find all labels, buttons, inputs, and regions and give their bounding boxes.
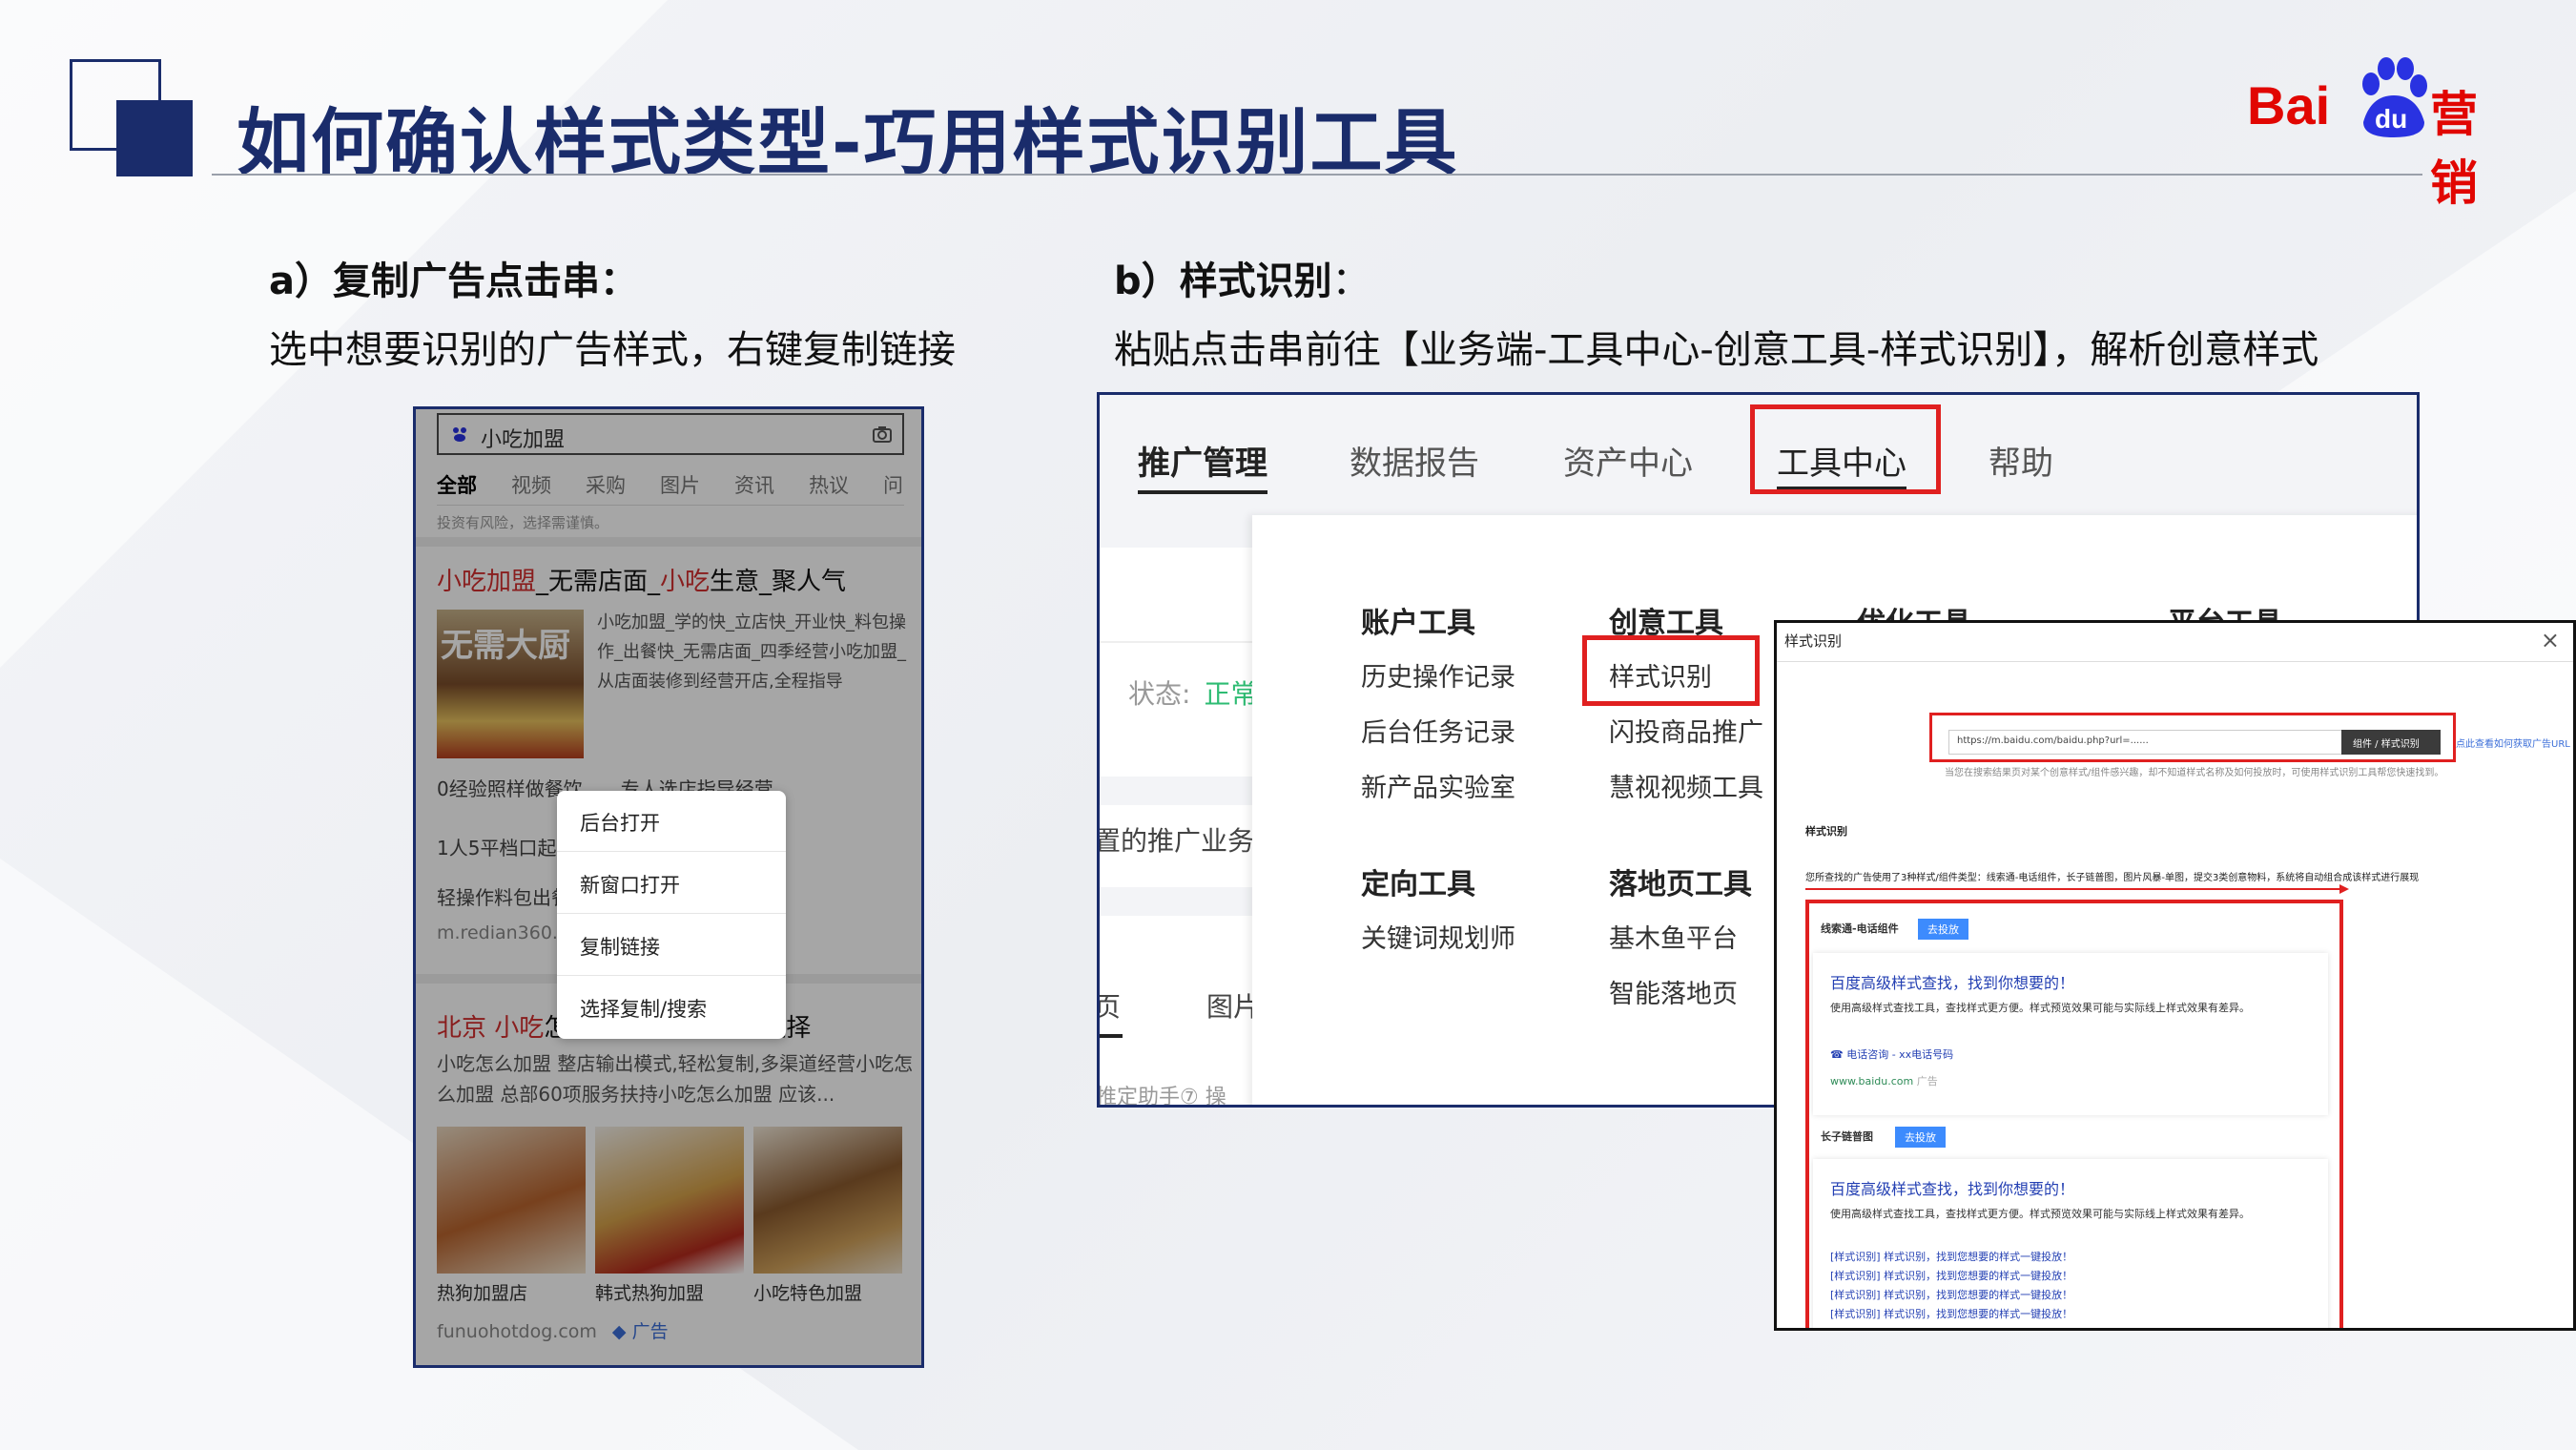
section-b-heading: b）样式识别： [1114, 259, 1370, 303]
ad-title[interactable]: 百度高级样式查找，找到你想要的！ [1830, 1176, 2074, 1199]
place-ad-button[interactable]: 去投放 [1895, 1127, 1946, 1148]
context-menu: 后台打开 新窗口打开 复制链接 选择复制/搜索 [557, 791, 786, 1039]
highlight-tool-center [1750, 404, 1941, 494]
ad-title[interactable]: 百度高级样式查找，找到你想要的！ [1830, 970, 2074, 993]
ad-sublink[interactable]: [样式识别] 样式识别，找到您想要的样式一键投放！ [1830, 1268, 2072, 1283]
baidu-marketing-logo: Bai du 营销 [2247, 55, 2524, 211]
ad-preview-card: 百度高级样式查找，找到你想要的！ 使用高级样式查找工具，查找样式更方便。样式预览… [1813, 953, 2328, 1115]
divider [1777, 661, 2573, 662]
ad-preview-card: 百度高级样式查找，找到你想要的！ 使用高级样式查找工具，查找样式更方便。样式预览… [1813, 1159, 2328, 1328]
menu-keyword-planner[interactable]: 关键词规划师 [1361, 918, 1515, 955]
menu-jimuyu-platform[interactable]: 基木鱼平台 [1609, 918, 1738, 955]
section-a-description: 选中想要识别的广告样式，右键复制链接 [269, 328, 956, 372]
help-link[interactable]: 点此查看如何获取广告URL [2456, 735, 2570, 750]
background-band [1100, 777, 1252, 805]
section-label: 样式识别 [1805, 825, 1847, 838]
background-text: 置的推广业务 [1097, 825, 1255, 857]
group-label: 线索通-电话组件 [1821, 922, 1899, 935]
highlight-style-recognition [1582, 635, 1760, 706]
tab-underline [1100, 1034, 1123, 1038]
nav-active-underline [1138, 490, 1267, 494]
svg-text:du: du [2375, 104, 2407, 134]
nav-asset-center[interactable]: 资产中心 [1563, 437, 1693, 484]
ad-sublink[interactable]: [样式识别] 样式识别，找到您想要的样式一键投放！ [1830, 1287, 2072, 1302]
nav-data-report[interactable]: 数据报告 [1350, 437, 1479, 484]
menu-flash-product-promo[interactable]: 闪投商品推广 [1609, 712, 1763, 749]
divider [1100, 641, 1252, 643]
status-label: 状态: 正常 [1128, 678, 1258, 710]
header-square-filled [116, 100, 193, 176]
arrow-icon [1805, 884, 2349, 894]
background-text: 推定助手⑦ 操 [1097, 1086, 1226, 1108]
ad-phone-link[interactable]: ☎ 电话咨询 - xx电话号码 [1830, 1046, 1953, 1062]
ad-desc: 使用高级样式查找工具，查找样式更方便。样式预览效果可能与实际线上样式效果有差异。 [1830, 1002, 2250, 1014]
background-tab: 页 [1100, 986, 1121, 1025]
highlight-url-input [1929, 713, 2456, 762]
menu-item-select-copy-search[interactable]: 选择复制/搜索 [557, 977, 786, 1038]
group-label: 长子链普图 [1821, 1130, 1873, 1143]
menu-history[interactable]: 历史操作记录 [1361, 656, 1515, 694]
group-targeting-tools: 定向工具 [1361, 868, 1475, 901]
nav-help[interactable]: 帮助 [1989, 437, 2053, 484]
ad-sublink[interactable]: [样式识别] 样式识别，找到您想要的样式一键投放！ [1830, 1249, 2072, 1264]
menu-item-copy-link[interactable]: 复制链接 [557, 915, 786, 976]
ad-desc: 使用高级样式查找工具，查找样式更方便。样式预览效果可能与实际线上样式效果有差异。 [1830, 1208, 2250, 1220]
menu-item-open-background[interactable]: 后台打开 [557, 791, 786, 852]
menu-task-records[interactable]: 后台任务记录 [1361, 712, 1515, 749]
menu-video-tool[interactable]: 慧视视频工具 [1609, 767, 1763, 804]
hint-text: 当您在搜索结果页对某个创意样式/组件感兴趣，却不知道样式名称及如何投放时，可使用… [1945, 768, 2444, 778]
phone-icon: ☎ [1830, 1048, 1844, 1061]
place-ad-button[interactable]: 去投放 [1918, 919, 1968, 940]
style-recognition-screenshot: 样式识别 × https://m.baidu.com/baidu.php?url… [1774, 620, 2576, 1331]
background-band [1100, 887, 1252, 916]
section-a-heading: a）复制广告点击串： [269, 259, 638, 303]
nav-campaign-management[interactable]: 推广管理 [1138, 437, 1267, 484]
mobile-search-screenshot: 小吃加盟 全部 视频 采购 图片 资讯 热议 问 投资有风险，选择需谨慎。 小吃… [413, 406, 924, 1368]
group-account-tools: 账户工具 [1361, 607, 1475, 640]
paw-icon: du [2362, 57, 2427, 137]
close-icon[interactable]: × [2541, 627, 2560, 653]
section-b-description: 粘贴点击串前往【业务端-工具中心-创意工具-样式识别】，解析创意样式 [1114, 328, 2319, 372]
title-divider [212, 174, 2422, 176]
ad-url: www.baidu.com 广告 [1830, 1075, 1938, 1088]
menu-new-product-lab[interactable]: 新产品实验室 [1361, 767, 1515, 804]
result-summary: 您所查找的广告使用了3种样式/组件类型：线索通-电话组件，长子链普图，图片风暴-… [1805, 873, 2420, 883]
group-landing-page-tools: 落地页工具 [1609, 868, 1752, 901]
ad-sublink[interactable]: [样式识别] 样式识别，找到您想要的样式一键投放！ [1830, 1306, 2072, 1321]
dialog-title: 样式识别 [1784, 632, 1843, 650]
menu-item-open-new-window[interactable]: 新窗口打开 [557, 853, 786, 914]
menu-smart-landing-page[interactable]: 智能落地页 [1609, 973, 1738, 1010]
